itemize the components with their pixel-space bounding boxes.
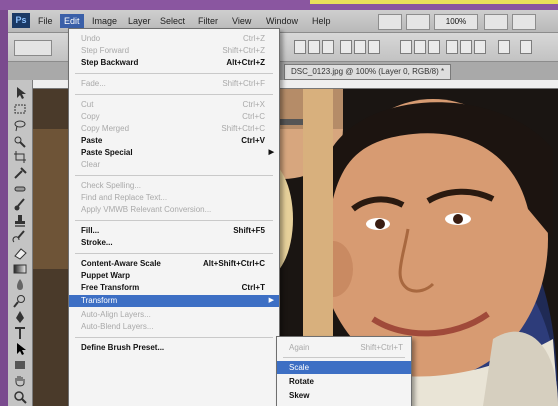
submenu-item-rotate[interactable]: Rotate xyxy=(277,375,411,388)
menu-image[interactable]: Image xyxy=(88,14,121,28)
menu-help[interactable]: Help xyxy=(308,14,335,28)
align-middle-button[interactable] xyxy=(308,40,320,54)
menu-item-step-forward[interactable]: Step Forward Shift+Ctrl+Z xyxy=(69,45,279,57)
brush-tool-icon[interactable] xyxy=(12,198,28,212)
submenu-item-again[interactable]: Again Shift+Ctrl+T xyxy=(277,341,411,354)
transform-submenu: Again Shift+Ctrl+T Scale Rotate Skew xyxy=(276,336,412,406)
menu-item-puppet-warp[interactable]: Puppet Warp xyxy=(69,270,279,282)
toolbox xyxy=(8,80,33,406)
align-left-button[interactable] xyxy=(340,40,352,54)
menu-item-undo[interactable]: Undo Ctrl+Z xyxy=(69,33,279,45)
menu-item-check-spelling[interactable]: Check Spelling... xyxy=(69,180,279,192)
distribute-top-button[interactable] xyxy=(400,40,412,54)
menu-filter[interactable]: Filter xyxy=(194,14,222,28)
submenu-item-scale[interactable]: Scale xyxy=(277,361,411,374)
move-tool-icon[interactable] xyxy=(12,86,28,100)
menu-file[interactable]: File xyxy=(34,14,57,28)
menu-separator xyxy=(75,94,273,95)
zoom-level-select[interactable]: 100% xyxy=(434,14,478,30)
arrange-documents-button[interactable] xyxy=(484,14,508,30)
menu-item-find-replace-text[interactable]: Find and Replace Text... xyxy=(69,192,279,204)
menu-layer[interactable]: Layer xyxy=(124,14,155,28)
document-tab[interactable]: DSC_0123.jpg @ 100% (Layer 0, RGB/8) * xyxy=(284,64,452,80)
menu-item-paste[interactable]: Paste Ctrl+V xyxy=(69,135,279,147)
mini-bridge-button[interactable] xyxy=(406,14,430,30)
menu-separator xyxy=(75,337,273,338)
tool-preset-picker[interactable] xyxy=(14,40,52,56)
lasso-tool-icon[interactable] xyxy=(12,118,28,132)
menu-separator xyxy=(75,175,273,176)
menu-item-step-backward[interactable]: Step Backward Alt+Ctrl+Z xyxy=(69,57,279,69)
menu-item-auto-align-layers[interactable]: Auto-Align Layers... xyxy=(69,309,279,321)
menu-window[interactable]: Window xyxy=(262,14,302,28)
menu-item-apply-conversion[interactable]: Apply VMWB Relevant Conversion... xyxy=(69,204,279,216)
yellow-border xyxy=(310,0,558,4)
healing-brush-tool-icon[interactable] xyxy=(12,182,28,196)
submenu-arrow-icon: ▶ xyxy=(268,149,274,156)
blur-tool-icon[interactable] xyxy=(12,278,28,292)
history-brush-tool-icon[interactable] xyxy=(12,230,28,244)
eyedropper-tool-icon[interactable] xyxy=(12,166,28,180)
menu-item-clear[interactable]: Clear xyxy=(69,159,279,171)
menu-item-define-brush-preset[interactable]: Define Brush Preset... xyxy=(69,342,279,354)
3d-mode-button[interactable] xyxy=(520,40,532,54)
distribute-right-button[interactable] xyxy=(474,40,486,54)
align-bottom-button[interactable] xyxy=(322,40,334,54)
screenshot-frame: Ps File Edit Image Layer Select Filter V… xyxy=(0,0,558,406)
submenu-item-skew[interactable]: Skew xyxy=(277,389,411,402)
align-right-button[interactable] xyxy=(368,40,380,54)
quick-select-tool-icon[interactable] xyxy=(12,134,28,148)
menu-item-stroke[interactable]: Stroke... xyxy=(69,237,279,249)
submenu-arrow-icon: ▶ xyxy=(268,297,274,304)
menu-view[interactable]: View xyxy=(228,14,255,28)
menu-separator xyxy=(75,253,273,254)
pen-tool-icon[interactable] xyxy=(12,310,28,324)
auto-align-button[interactable] xyxy=(498,40,510,54)
menu-separator xyxy=(75,73,273,74)
edit-menu-dropdown: Undo Ctrl+Z Step Forward Shift+Ctrl+Z Step… xyxy=(68,28,280,406)
align-center-button[interactable] xyxy=(354,40,366,54)
menu-item-cut[interactable]: Cut Ctrl+X xyxy=(69,99,279,111)
menu-item-copy-merged[interactable]: Copy Merged Shift+Ctrl+C xyxy=(69,123,279,135)
menu-separator xyxy=(283,357,405,358)
menu-item-auto-blend-layers[interactable]: Auto-Blend Layers... xyxy=(69,321,279,333)
photoshop-window: Ps File Edit Image Layer Select Filter V… xyxy=(8,10,558,406)
crop-tool-icon[interactable] xyxy=(12,150,28,164)
menu-item-copy[interactable]: Copy Ctrl+C xyxy=(69,111,279,123)
clone-stamp-tool-icon[interactable] xyxy=(12,214,28,228)
distribute-left-button[interactable] xyxy=(446,40,458,54)
menu-edit[interactable]: Edit xyxy=(60,14,84,28)
menu-item-fade[interactable]: Fade... Shift+Ctrl+F xyxy=(69,78,279,90)
bridge-button[interactable] xyxy=(378,14,402,30)
hand-tool-icon[interactable] xyxy=(12,374,28,388)
menu-separator xyxy=(75,220,273,221)
menu-item-free-transform[interactable]: Free Transform Ctrl+T xyxy=(69,282,279,294)
eraser-tool-icon[interactable] xyxy=(12,246,28,260)
gradient-tool-icon[interactable] xyxy=(12,262,28,276)
menu-item-content-aware-scale[interactable]: Content-Aware Scale Alt+Shift+Ctrl+C xyxy=(69,258,279,270)
path-select-tool-icon[interactable] xyxy=(12,342,28,356)
distribute-bottom-button[interactable] xyxy=(428,40,440,54)
screen-mode-button[interactable] xyxy=(512,14,536,30)
distribute-middle-button[interactable] xyxy=(414,40,426,54)
shape-tool-icon[interactable] xyxy=(12,358,28,372)
menu-item-paste-special[interactable]: Paste Special ▶ xyxy=(69,147,279,159)
distribute-center-button[interactable] xyxy=(460,40,472,54)
align-top-button[interactable] xyxy=(294,40,306,54)
menu-item-transform[interactable]: Transform ▶ xyxy=(69,295,279,307)
type-tool-icon[interactable] xyxy=(12,326,28,340)
photoshop-logo: Ps xyxy=(12,13,30,28)
zoom-tool-icon[interactable] xyxy=(12,390,28,404)
menu-select[interactable]: Select xyxy=(156,14,189,28)
dodge-tool-icon[interactable] xyxy=(12,294,28,308)
marquee-tool-icon[interactable] xyxy=(12,102,28,116)
menu-item-fill[interactable]: Fill... Shift+F5 xyxy=(69,225,279,237)
